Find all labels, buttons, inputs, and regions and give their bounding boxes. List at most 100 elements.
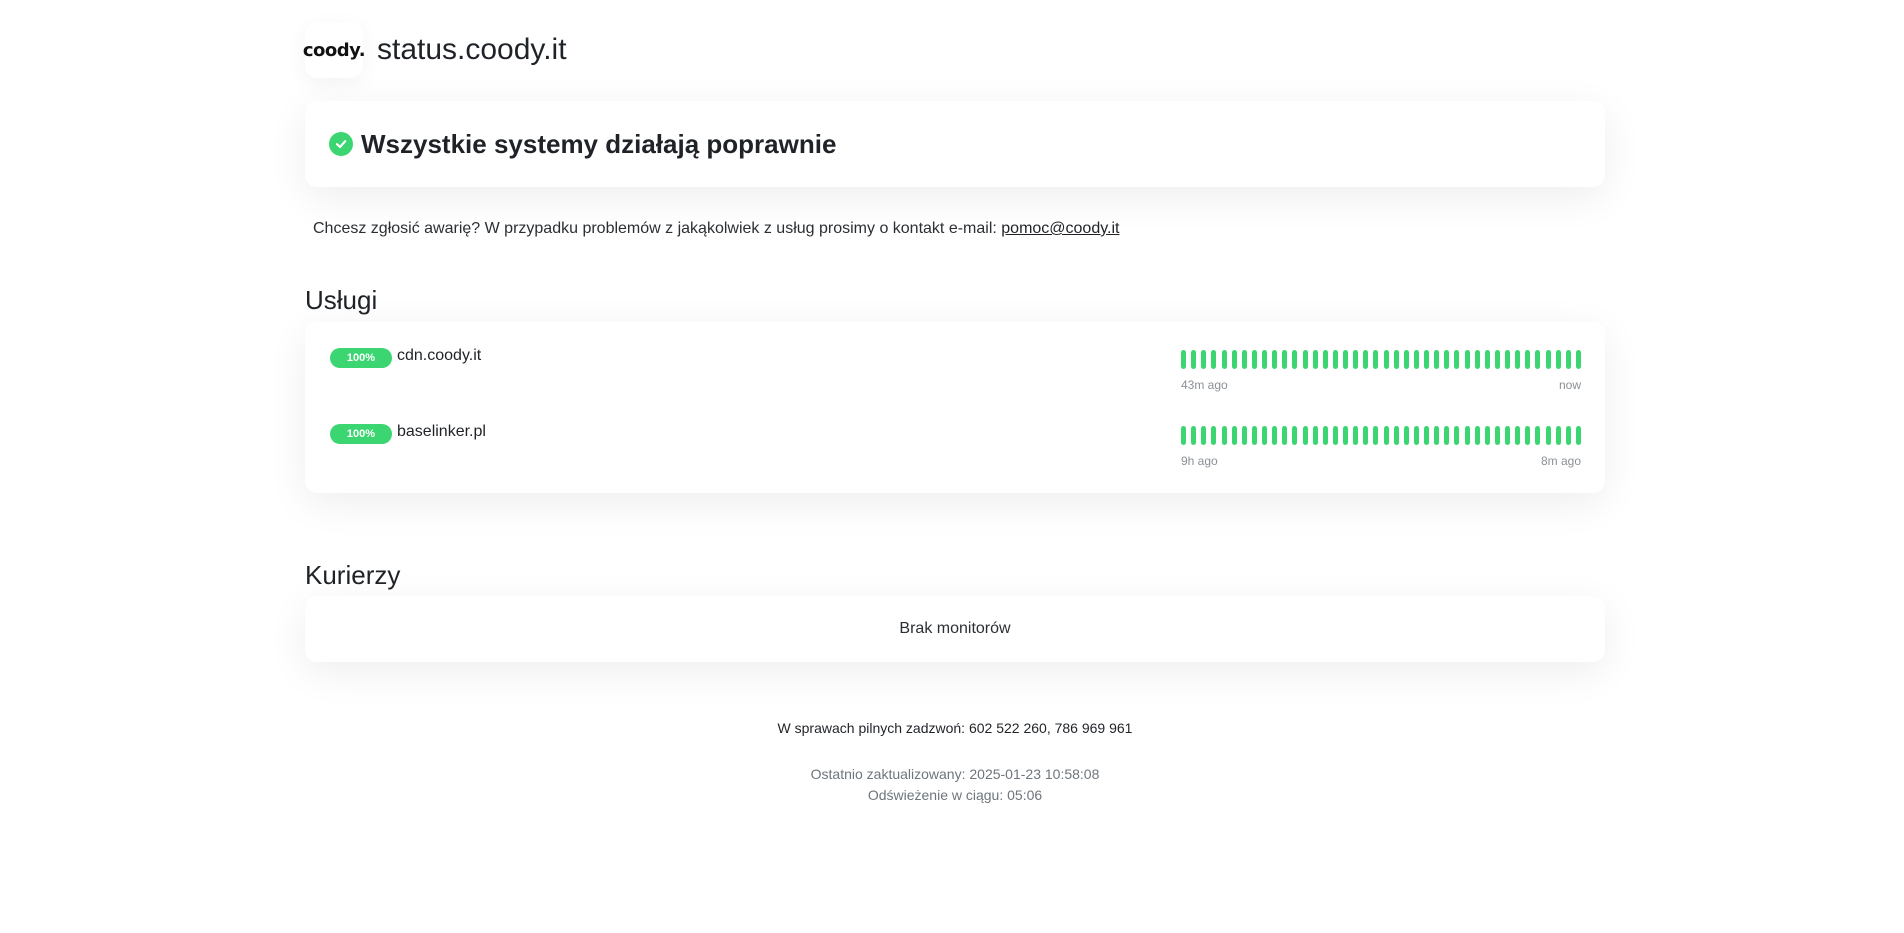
- uptime-bar[interactable]: [1565, 426, 1571, 445]
- monitor-row[interactable]: 100% cdn.coody.it 43m ago now: [305, 322, 1605, 392]
- uptime-range-end: now: [1558, 378, 1581, 392]
- uptime-bar[interactable]: [1525, 350, 1531, 369]
- uptime-bar[interactable]: [1241, 350, 1247, 369]
- uptime-bar[interactable]: [1474, 426, 1480, 445]
- uptime-bar[interactable]: [1191, 350, 1197, 369]
- uptime-bar[interactable]: [1413, 350, 1419, 369]
- monitor-row[interactable]: 100% baselinker.pl 9h ago 8m ago: [305, 398, 1605, 468]
- uptime-bars: [1181, 426, 1581, 445]
- uptime-bar[interactable]: [1363, 426, 1369, 445]
- uptime-bar[interactable]: [1373, 426, 1379, 445]
- uptime-bar[interactable]: [1332, 350, 1338, 369]
- uptime-bar[interactable]: [1494, 426, 1500, 445]
- support-email-link[interactable]: pomoc@coody.it: [1001, 220, 1119, 237]
- uptime-bar[interactable]: [1302, 350, 1308, 369]
- uptime-bar[interactable]: [1241, 426, 1247, 445]
- uptime-bar[interactable]: [1505, 426, 1510, 445]
- uptime-bar[interactable]: [1575, 350, 1581, 369]
- uptime-bar[interactable]: [1434, 426, 1440, 445]
- check-circle-icon: [329, 132, 353, 156]
- uptime-bar[interactable]: [1231, 350, 1237, 369]
- uptime-bar[interactable]: [1545, 350, 1551, 369]
- uptime-bar[interactable]: [1515, 350, 1521, 369]
- uptime-bar[interactable]: [1424, 426, 1429, 445]
- uptime-bar[interactable]: [1454, 350, 1460, 369]
- uptime-bar[interactable]: [1525, 426, 1531, 445]
- uptime-bar[interactable]: [1535, 350, 1541, 369]
- uptime-bar[interactable]: [1282, 350, 1288, 369]
- uptime-bar[interactable]: [1575, 426, 1581, 445]
- uptime-bar[interactable]: [1464, 426, 1470, 445]
- uptime-bar[interactable]: [1292, 350, 1298, 369]
- uptime-bar[interactable]: [1383, 426, 1389, 445]
- uptime-bar[interactable]: [1474, 350, 1480, 369]
- uptime-bar[interactable]: [1434, 350, 1440, 369]
- report-issue-label: Chcesz zgłosić awarię? W przypadku probl…: [313, 220, 1002, 237]
- uptime-bar[interactable]: [1251, 426, 1257, 445]
- uptime-bar[interactable]: [1444, 426, 1450, 445]
- couriers-section-title: Kurierzy: [305, 560, 401, 590]
- uptime-bar[interactable]: [1555, 350, 1561, 369]
- uptime-bar[interactable]: [1272, 426, 1278, 445]
- uptime-bar[interactable]: [1302, 426, 1308, 445]
- services-section-title: Usługi: [305, 285, 378, 315]
- uptime-bar[interactable]: [1322, 350, 1328, 369]
- uptime-range-start: 9h ago: [1181, 454, 1218, 468]
- uptime-bar[interactable]: [1555, 426, 1561, 445]
- uptime-bar[interactable]: [1505, 350, 1510, 369]
- uptime-bar[interactable]: [1201, 350, 1207, 369]
- uptime-bar[interactable]: [1464, 350, 1470, 369]
- uptime-bar[interactable]: [1494, 350, 1500, 369]
- uptime-bar[interactable]: [1484, 426, 1490, 445]
- footer-phone-text: W sprawach pilnych zadzwoń: 602 522 260,…: [777, 720, 1133, 736]
- uptime-bar[interactable]: [1221, 426, 1227, 445]
- uptime-bar[interactable]: [1403, 350, 1409, 369]
- logo-text: coody.: [302, 39, 366, 61]
- uptime-bar[interactable]: [1353, 350, 1359, 369]
- uptime-bar[interactable]: [1403, 426, 1409, 445]
- uptime-bar[interactable]: [1454, 426, 1460, 445]
- uptime-bar[interactable]: [1292, 426, 1298, 445]
- uptime-bar[interactable]: [1332, 426, 1338, 445]
- uptime-bar[interactable]: [1191, 426, 1197, 445]
- uptime-bar[interactable]: [1343, 426, 1348, 445]
- uptime-bar[interactable]: [1363, 350, 1369, 369]
- uptime-badge: 100%: [330, 424, 392, 444]
- uptime-bars: [1181, 350, 1581, 369]
- uptime-bar[interactable]: [1545, 426, 1551, 445]
- uptime-bar[interactable]: [1373, 350, 1379, 369]
- uptime-range-end: 8m ago: [1540, 454, 1581, 468]
- uptime-bar[interactable]: [1424, 350, 1429, 369]
- uptime-bar[interactable]: [1484, 350, 1490, 369]
- uptime-bar[interactable]: [1515, 426, 1521, 445]
- uptime-range-start: 43m ago: [1181, 378, 1228, 392]
- uptime-bar[interactable]: [1343, 350, 1348, 369]
- uptime-bar[interactable]: [1251, 350, 1257, 369]
- uptime-bar[interactable]: [1393, 350, 1399, 369]
- uptime-bar[interactable]: [1565, 350, 1571, 369]
- uptime-bar[interactable]: [1444, 350, 1450, 369]
- uptime-bar[interactable]: [1221, 350, 1227, 369]
- uptime-bar[interactable]: [1231, 426, 1237, 445]
- uptime-bar[interactable]: [1393, 426, 1399, 445]
- uptime-bar[interactable]: [1383, 350, 1389, 369]
- uptime-bar[interactable]: [1262, 426, 1267, 445]
- uptime-bar[interactable]: [1272, 350, 1278, 369]
- overall-status-text: Wszystkie systemy działają poprawnie: [361, 128, 837, 159]
- uptime-bar[interactable]: [1535, 426, 1541, 445]
- uptime-bar[interactable]: [1211, 350, 1217, 369]
- report-issue-text: Chcesz zgłosić awarię? W przypadku probl…: [313, 220, 1119, 238]
- uptime-bar[interactable]: [1211, 426, 1217, 445]
- uptime-bar[interactable]: [1181, 426, 1186, 445]
- uptime-bar[interactable]: [1181, 350, 1186, 369]
- uptime-bar[interactable]: [1312, 350, 1318, 369]
- uptime-bar[interactable]: [1413, 426, 1419, 445]
- uptime-bar[interactable]: [1201, 426, 1207, 445]
- uptime-bar[interactable]: [1353, 426, 1359, 445]
- logo[interactable]: coody.: [302, 22, 366, 78]
- uptime-bar[interactable]: [1282, 426, 1288, 445]
- services-card: 100% cdn.coody.it 43m ago now 100% basel…: [305, 322, 1605, 493]
- uptime-bar[interactable]: [1262, 350, 1267, 369]
- uptime-bar[interactable]: [1312, 426, 1318, 445]
- uptime-bar[interactable]: [1322, 426, 1328, 445]
